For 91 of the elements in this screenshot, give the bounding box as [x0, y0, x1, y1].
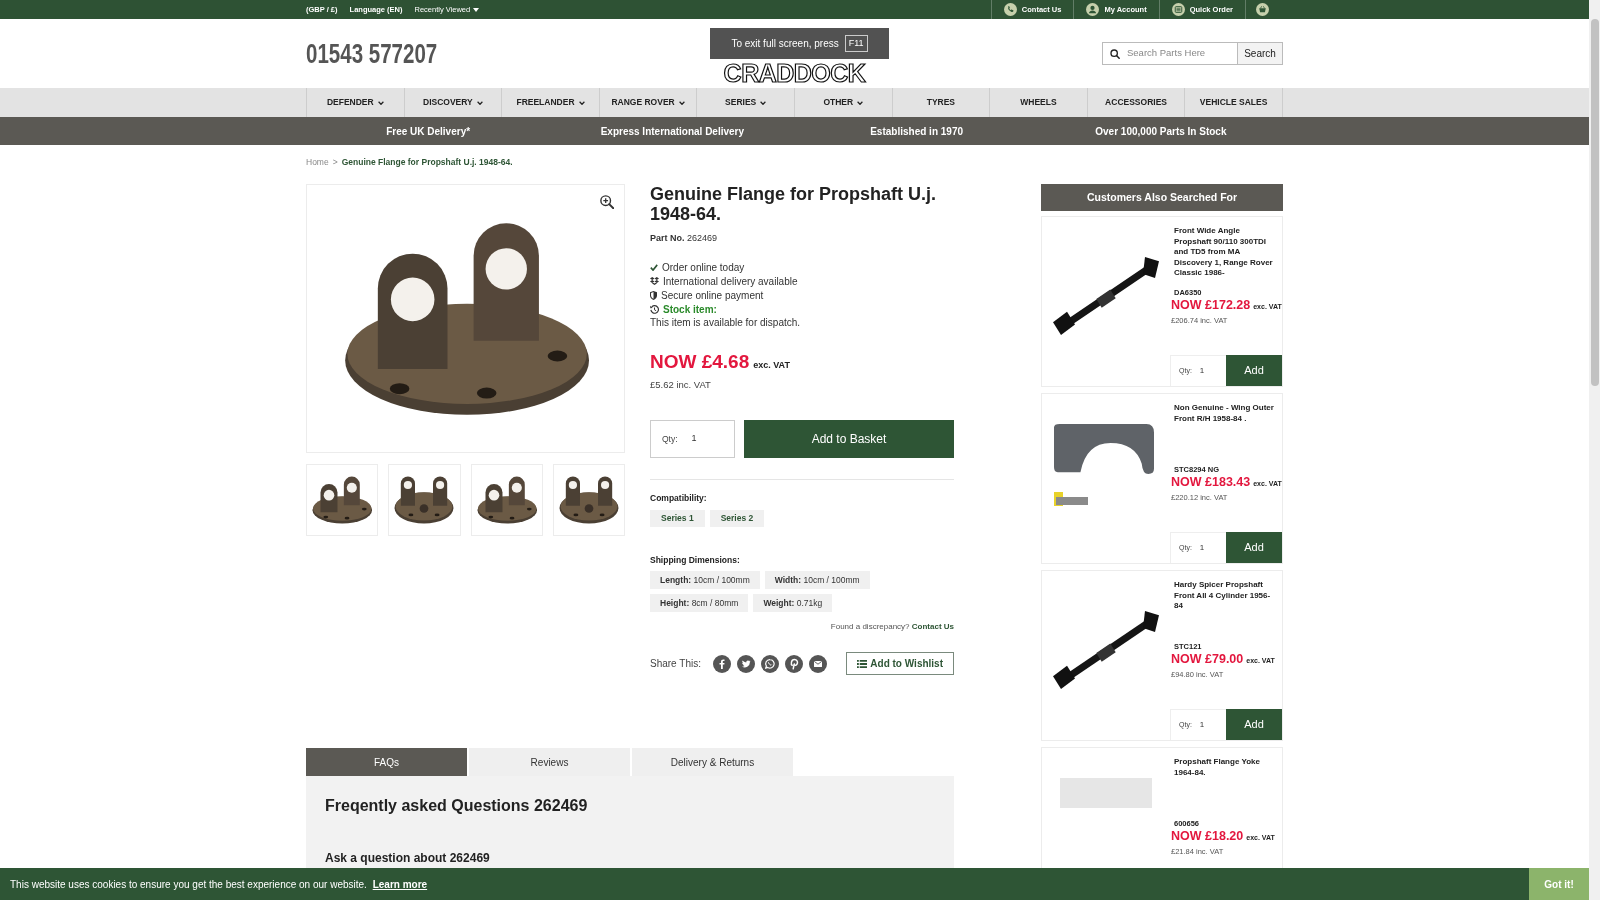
- share-label: Share This:: [650, 657, 701, 671]
- chevron-down-icon: [578, 100, 585, 105]
- notice-text: To exit full screen, press: [731, 37, 839, 51]
- scrollbar[interactable]: [1589, 0, 1600, 900]
- sidebar-header: Customers Also Searched For: [1041, 184, 1283, 211]
- quantity-label: Qty:: [662, 432, 678, 446]
- compatibility-tag: Series 2: [709, 510, 765, 527]
- info-text: Express International Delivery: [600, 124, 745, 139]
- breadcrumb-separator: >: [332, 156, 338, 169]
- vat-label: exc. VAT: [753, 359, 790, 372]
- dimension-tag: Height: 8cm / 80mm: [650, 594, 749, 612]
- price: NOW £183.43: [1171, 475, 1251, 490]
- add-button[interactable]: Add: [1226, 532, 1282, 563]
- price: NOW £18.20: [1171, 829, 1244, 844]
- pinterest-icon[interactable]: [784, 654, 803, 673]
- boxes-icon: [650, 277, 659, 285]
- info-text: Established in 1970: [870, 124, 964, 139]
- tab[interactable]: Reviews: [469, 748, 630, 776]
- dimension-tag: Width: 10cm / 100mm: [764, 571, 870, 589]
- phone-number: 01543 577207: [306, 38, 438, 69]
- search-field[interactable]: Search Parts Here: [1102, 42, 1238, 65]
- cookie-message: This website uses cookies to ensure you get the best experience on our website. Learn more: [9, 877, 428, 892]
- learn-more-link[interactable]: Learn more: [372, 878, 428, 890]
- key-label: F11: [844, 35, 868, 52]
- logo: CRADDOCK: [723, 60, 866, 86]
- history-icon: [650, 304, 659, 314]
- facebook-icon[interactable]: [712, 654, 731, 673]
- dimension-tag: Length: 10cm / 100mm: [650, 571, 760, 589]
- basket-icon[interactable]: [1256, 3, 1269, 16]
- logo-drawing: [1054, 492, 1088, 506]
- dimension-tag: Weight: 0.71kg: [753, 594, 833, 612]
- add-button[interactable]: Add: [1226, 355, 1282, 386]
- flange-drawing: [394, 476, 455, 524]
- part-number: Part No. 262469: [650, 232, 719, 244]
- breadcrumb-current: Genuine Flange for Propshaft U.j. 1948-64.: [341, 156, 513, 169]
- wishlist-button[interactable]: Add to Wishlist: [846, 652, 954, 675]
- product-title: Front Wide Angle Propshaft 90/110 300TDI and TD5 from MA Discovery 1, Range Rover Classic 1986-: [1173, 226, 1274, 279]
- compatibility-tag: Series 1: [650, 510, 705, 527]
- search-button[interactable]: Search: [1238, 42, 1283, 65]
- add-to-basket-button[interactable]: Add to Basket: [744, 420, 954, 458]
- user-icon: [1086, 3, 1100, 16]
- stock-status: Stock item:: [663, 302, 717, 317]
- thumbnail[interactable]: [552, 464, 625, 536]
- price: NOW £79.00: [1171, 652, 1244, 667]
- tab[interactable]: FAQs: [306, 748, 467, 776]
- product-title: Genuine Flange for Propshaft U.j. 1948-64.: [650, 184, 938, 224]
- caret-icon: [473, 7, 480, 12]
- section-label: Compatibility:: [650, 492, 708, 504]
- document-icon: [1171, 3, 1185, 16]
- add-button[interactable]: Add: [1226, 709, 1282, 740]
- tab[interactable]: Delivery & Returns: [632, 748, 793, 776]
- price: NOW £172.28: [1171, 298, 1251, 313]
- breadcrumb-link[interactable]: Home: [306, 156, 329, 169]
- faq-title: Freqently asked Questions 262469: [325, 796, 589, 816]
- twitter-icon[interactable]: [736, 654, 755, 673]
- chevron-down-icon: [760, 100, 767, 105]
- feature-text: Order online today: [662, 260, 745, 275]
- search-icon: [1110, 48, 1120, 59]
- list-icon: [857, 659, 868, 668]
- zoom-in-icon[interactable]: [600, 195, 614, 209]
- flange-drawing: [312, 476, 373, 524]
- phone-icon: [1003, 3, 1017, 16]
- info-text: Over 100,000 Parts In Stock: [1095, 124, 1227, 139]
- stock-note: This item is available for dispatch.: [650, 316, 802, 330]
- check-icon: [650, 263, 658, 271]
- product-title: Non Genuine - Wing Outer Front R/H 1958-84 .: [1173, 403, 1275, 425]
- feature-text: International delivery available: [663, 274, 798, 289]
- chat-bubble-icon[interactable]: [760, 654, 779, 673]
- section-label: Shipping Dimensions:: [650, 554, 741, 566]
- discrepancy-text: Found a discrepancy? Contact Us: [830, 621, 954, 633]
- thumbnail[interactable]: [306, 464, 379, 536]
- price: NOW £4.68: [650, 351, 750, 373]
- ask-question-heading: Ask a question about 262469: [325, 851, 491, 865]
- flange-drawing: [558, 476, 619, 524]
- thumbnail[interactable]: [470, 464, 543, 536]
- chevron-down-icon: [678, 100, 685, 105]
- chevron-down-icon: [377, 100, 384, 105]
- scrollbar-thumb[interactable]: [1590, 19, 1599, 386]
- chevron-down-icon: [476, 100, 483, 105]
- thumbnail[interactable]: [388, 464, 461, 536]
- product-title: Hardy Spicer Propshaft Front All 4 Cylinder 1956-84: [1173, 580, 1272, 612]
- chevron-down-icon: [857, 100, 864, 105]
- flange-drawing: [476, 476, 537, 524]
- quantity-field[interactable]: Qty: 1: [650, 420, 735, 458]
- contact-us-link[interactable]: Contact Us: [911, 622, 954, 631]
- shield-icon: [650, 290, 657, 300]
- product-title: Propshaft Flange Yoke 1964-84.: [1173, 757, 1261, 779]
- feature-text: Secure online payment: [661, 288, 764, 303]
- info-text: Free UK Delivery*: [386, 124, 471, 139]
- price-inc-vat: £5.62 inc. VAT: [650, 378, 712, 391]
- mail-icon[interactable]: [808, 654, 827, 673]
